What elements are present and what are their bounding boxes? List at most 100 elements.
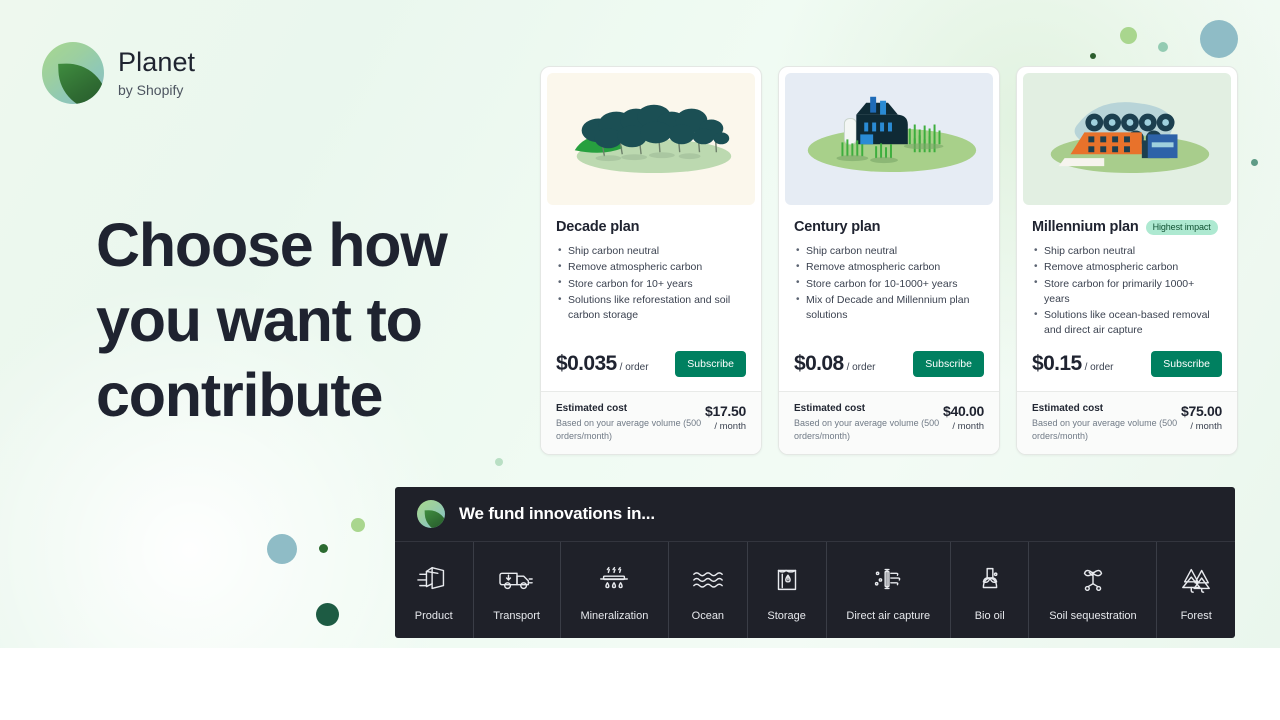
- innovation-item-forest[interactable]: Forest: [1157, 542, 1235, 638]
- forest-trees-icon: [1177, 562, 1215, 596]
- innovation-label: Storage: [767, 610, 806, 622]
- estimate-info: Estimated cost Based on your average vol…: [556, 403, 705, 441]
- decorative-dot: [1120, 27, 1137, 44]
- subscribe-button[interactable]: Subscribe: [1151, 351, 1222, 378]
- estimate-info: Estimated cost Based on your average vol…: [1032, 403, 1181, 441]
- price-amount: $0.035: [556, 352, 617, 376]
- leaf-shape: [424, 509, 445, 528]
- feature-item: Ship carbon neutral: [794, 244, 984, 259]
- estimated-cost-footer: Estimated cost Based on your average vol…: [779, 391, 999, 454]
- decorative-dot: [1158, 42, 1168, 52]
- price-amount: $0.08: [794, 352, 844, 376]
- estimate-amount-block: $40.00 / month: [943, 403, 984, 432]
- bio-oil-icon: [971, 562, 1009, 596]
- subscribe-button[interactable]: Subscribe: [913, 351, 984, 378]
- innovation-item-mineralization[interactable]: Mineralization: [561, 542, 670, 638]
- price-unit: / order: [846, 362, 876, 374]
- innovation-item-soil-sequestration[interactable]: Soil sequestration: [1029, 542, 1158, 638]
- price-row: $0.035 / order Subscribe: [541, 339, 761, 391]
- card-hero: [541, 67, 761, 205]
- decorative-dot: [351, 518, 365, 532]
- price-amount: $0.15: [1032, 352, 1082, 376]
- estimate-period: / month: [1190, 421, 1222, 433]
- pricing-card: Decade plan Ship carbon neutralRemove at…: [540, 66, 762, 455]
- plan-name: Century plan: [794, 219, 881, 235]
- plan-header: Decade plan: [556, 219, 746, 235]
- innovations-title: We fund innovations in...: [459, 504, 655, 523]
- brand-logo: Planet by Shopify: [42, 42, 195, 104]
- bottom-white-strip: [0, 648, 1280, 720]
- product-box-icon: [415, 562, 453, 596]
- decorative-dot: [1200, 20, 1238, 58]
- pricing-card: Century plan Ship carbon neutralRemove a…: [778, 66, 1000, 455]
- innovation-item-storage[interactable]: Storage: [748, 542, 827, 638]
- price-row: $0.08 / order Subscribe: [779, 339, 999, 391]
- page-title: Choose how you want to contribute: [96, 211, 448, 430]
- feature-item: Ship carbon neutral: [556, 244, 746, 259]
- plan-header: Millennium plan Highest impact: [1032, 219, 1222, 235]
- plan-header: Century plan: [794, 219, 984, 235]
- pricing-card-list: Decade plan Ship carbon neutralRemove at…: [540, 66, 1238, 455]
- feature-item: Store carbon for 10-1000+ years: [794, 276, 984, 292]
- estimated-cost-footer: Estimated cost Based on your average vol…: [541, 391, 761, 454]
- storage-bag-icon: [768, 562, 806, 596]
- feature-list: Ship carbon neutralRemove atmospheric ca…: [556, 244, 746, 323]
- decorative-dot: [319, 544, 328, 553]
- price-unit: / order: [1084, 362, 1114, 374]
- subscribe-button[interactable]: Subscribe: [675, 351, 746, 378]
- estimate-amount: $40.00: [942, 403, 984, 420]
- planet-leaf-logo-icon: [417, 500, 445, 528]
- estimate-note: Based on your average volume (500 orders…: [556, 418, 702, 441]
- price-row: $0.15 / order Subscribe: [1017, 339, 1237, 391]
- estimate-amount-block: $17.50 / month: [705, 403, 746, 432]
- price-unit: / order: [619, 362, 649, 374]
- transport-truck-icon: [498, 562, 536, 596]
- feature-item: Store carbon for 10+ years: [556, 276, 746, 292]
- card-body: Millennium plan Highest impact Ship carb…: [1017, 205, 1237, 339]
- feature-item: Solutions like reforestation and soil ca…: [556, 293, 746, 323]
- feature-item: Solutions like ocean-based removal and d…: [1032, 308, 1222, 338]
- estimate-title: Estimated cost: [794, 403, 866, 415]
- feature-list: Ship carbon neutralRemove atmospheric ca…: [1032, 244, 1222, 338]
- innovation-item-direct-air-capture[interactable]: Direct air capture: [827, 542, 951, 638]
- feature-item: Remove atmospheric carbon: [556, 260, 746, 275]
- planet-leaf-logo-icon: [42, 42, 104, 104]
- card-body: Century plan Ship carbon neutralRemove a…: [779, 205, 999, 339]
- feature-item: Remove atmospheric carbon: [794, 260, 984, 275]
- direct-air-capture-illustration: [1023, 73, 1231, 205]
- estimate-title: Estimated cost: [556, 403, 628, 415]
- price-display: $0.15 / order: [1032, 352, 1113, 376]
- feature-item: Remove atmospheric carbon: [1032, 260, 1222, 275]
- feature-item: Ship carbon neutral: [1032, 244, 1222, 259]
- innovation-item-product[interactable]: Product: [395, 542, 474, 638]
- estimate-note: Based on your average volume (500 orders…: [794, 418, 940, 441]
- feature-item: Store carbon for primarily 1000+ years: [1032, 276, 1222, 307]
- innovation-label: Mineralization: [580, 610, 649, 622]
- feature-item: Mix of Decade and Millennium plan soluti…: [794, 293, 984, 323]
- plan-name: Millennium plan: [1032, 219, 1139, 235]
- estimate-note: Based on your average volume (500 orders…: [1032, 418, 1178, 441]
- innovation-item-bio-oil[interactable]: Bio oil: [951, 542, 1030, 638]
- innovation-item-transport[interactable]: Transport: [474, 542, 561, 638]
- pricing-card: Millennium plan Highest impact Ship carb…: [1016, 66, 1238, 455]
- decorative-dot: [267, 534, 297, 564]
- price-display: $0.035 / order: [556, 352, 649, 376]
- leaf-shape: [58, 62, 104, 104]
- innovation-label: Direct air capture: [846, 610, 931, 622]
- biomass-factory-illustration: [785, 73, 993, 205]
- estimated-cost-footer: Estimated cost Based on your average vol…: [1017, 391, 1237, 454]
- status-badge: Highest impact: [1145, 219, 1218, 235]
- estimate-amount-block: $75.00 / month: [1181, 403, 1222, 432]
- brand-tagline: by Shopify: [118, 82, 184, 98]
- innovations-panel: We fund innovations in... Product Transp…: [395, 487, 1235, 638]
- estimate-period: / month: [952, 421, 984, 433]
- brand-name: Planet: [118, 47, 196, 77]
- card-hero: [1017, 67, 1237, 205]
- soil-sequestration-icon: [1074, 562, 1112, 596]
- innovation-label: Soil sequestration: [1049, 610, 1137, 622]
- innovation-item-ocean[interactable]: Ocean: [669, 542, 748, 638]
- innovations-header: We fund innovations in...: [395, 487, 1235, 542]
- card-hero: [779, 67, 999, 205]
- decorative-dot: [1090, 53, 1096, 59]
- innovations-grid: Product Transport Mineralization Ocean S…: [395, 542, 1235, 638]
